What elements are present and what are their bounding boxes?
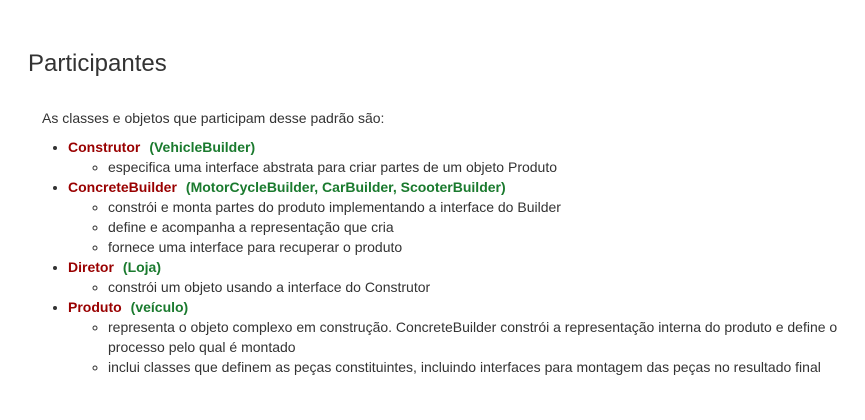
intro-text: As classes e objetos que participam dess… xyxy=(42,110,385,126)
duty-item: inclui classes que definem as peças cons… xyxy=(108,357,865,377)
duty-item: constrói um objeto usando a interface do… xyxy=(108,277,865,297)
participant-name: Diretor xyxy=(68,259,114,275)
duty-list: constrói um objeto usando a interface do… xyxy=(68,277,865,297)
participant-item: Produto (veículo) representa o objeto com… xyxy=(68,297,865,377)
participant-implementation: (veículo) xyxy=(130,299,189,315)
section-heading: Participantes xyxy=(28,50,167,77)
duty-item: constrói e monta partes do produto imple… xyxy=(108,197,865,217)
duty-item: define e acompanha a representação que c… xyxy=(108,217,865,237)
duty-item: fornece uma interface para recuperar o p… xyxy=(108,237,865,257)
duty-list: especifica uma interface abstrata para c… xyxy=(68,157,865,177)
participant-implementation: (VehicleBuilder) xyxy=(149,139,256,155)
participant-item: Construtor (VehicleBuilder) especifica um… xyxy=(68,137,865,177)
duty-item: representa o objeto complexo em construç… xyxy=(108,317,865,357)
participant-item: Diretor (Loja) constrói um objeto usando … xyxy=(68,257,865,297)
participants-list: Construtor (VehicleBuilder) especifica um… xyxy=(42,137,865,377)
participant-item: ConcreteBuilder (MotorCycleBuilder, CarBu… xyxy=(68,177,865,257)
participant-name: ConcreteBuilder xyxy=(68,179,177,195)
duty-list: constrói e monta partes do produto imple… xyxy=(68,197,865,257)
participant-implementation: (MotorCycleBuilder, CarBuilder, ScooterB… xyxy=(185,179,506,195)
participant-name: Produto xyxy=(68,299,122,315)
participant-name: Construtor xyxy=(68,139,141,155)
participant-implementation: (Loja) xyxy=(122,259,162,275)
duty-item: especifica uma interface abstrata para c… xyxy=(108,157,865,177)
duty-list: representa o objeto complexo em construç… xyxy=(68,317,865,377)
